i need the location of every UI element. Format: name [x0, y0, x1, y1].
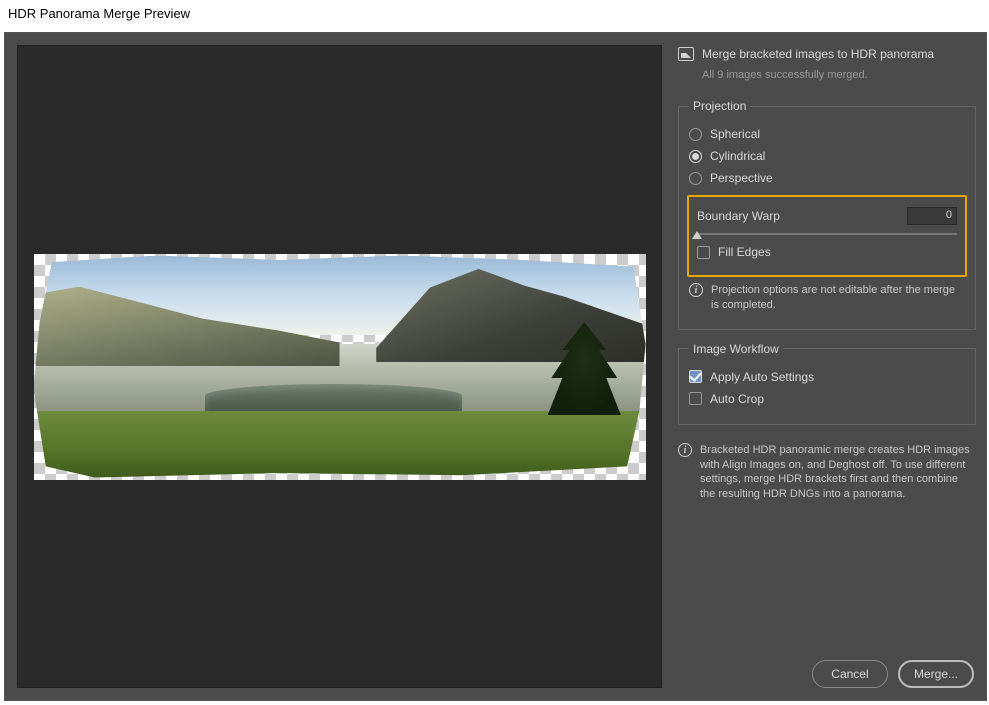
checkbox-icon [689, 370, 702, 383]
footer-note: Bracketed HDR panoramic merge creates HD… [700, 443, 976, 502]
checkbox-icon [697, 246, 710, 259]
workflow-legend: Image Workflow [689, 342, 783, 356]
dialog-button-row: Cancel Merge... [678, 654, 976, 692]
info-icon: i [689, 283, 703, 297]
merge-button[interactable]: Merge... [898, 660, 974, 688]
projection-cylindrical-radio[interactable]: Cylindrical [689, 149, 965, 163]
boundary-warp-highlight: Boundary Warp 0 Fill Edges [687, 195, 967, 277]
projection-perspective-radio[interactable]: Perspective [689, 171, 965, 185]
panorama-preview-canvas[interactable] [34, 254, 646, 480]
checkbox-label: Apply Auto Settings [710, 370, 814, 384]
fill-edges-checkbox[interactable]: Fill Edges [697, 245, 957, 259]
radio-icon [689, 128, 702, 141]
panorama-icon [678, 47, 694, 61]
cancel-button[interactable]: Cancel [812, 660, 888, 688]
auto-crop-checkbox[interactable]: Auto Crop [689, 392, 965, 406]
boundary-warp-slider[interactable] [697, 233, 957, 235]
projection-legend: Projection [689, 99, 750, 113]
preview-pane [17, 45, 662, 688]
boundary-warp-label: Boundary Warp [697, 209, 780, 223]
radio-label: Perspective [710, 171, 773, 185]
radio-label: Cylindrical [710, 149, 765, 163]
boundary-warp-value[interactable]: 0 [907, 207, 957, 225]
panel-heading: Merge bracketed images to HDR panorama [702, 47, 934, 61]
panorama-image [34, 256, 646, 478]
slider-thumb-icon[interactable] [692, 231, 702, 239]
checkbox-icon [689, 392, 702, 405]
merge-status-text: All 9 images successfully merged. [702, 69, 976, 81]
dialog-content: Merge bracketed images to HDR panorama A… [4, 32, 987, 701]
image-workflow-group: Image Workflow Apply Auto Settings Auto … [678, 342, 976, 425]
window-title: HDR Panorama Merge Preview [0, 0, 989, 28]
projection-group: Projection Spherical Cylindrical Perspec… [678, 99, 976, 330]
checkbox-label: Fill Edges [718, 245, 771, 259]
hdr-panorama-merge-dialog: HDR Panorama Merge Preview Merge bracket… [0, 0, 989, 705]
projection-spherical-radio[interactable]: Spherical [689, 127, 965, 141]
radio-label: Spherical [710, 127, 760, 141]
options-panel: Merge bracketed images to HDR panorama A… [674, 33, 986, 700]
checkbox-label: Auto Crop [710, 392, 764, 406]
projection-note: Projection options are not editable afte… [711, 283, 965, 313]
info-icon: i [678, 443, 692, 457]
radio-icon [689, 172, 702, 185]
apply-auto-settings-checkbox[interactable]: Apply Auto Settings [689, 370, 965, 384]
radio-icon [689, 150, 702, 163]
